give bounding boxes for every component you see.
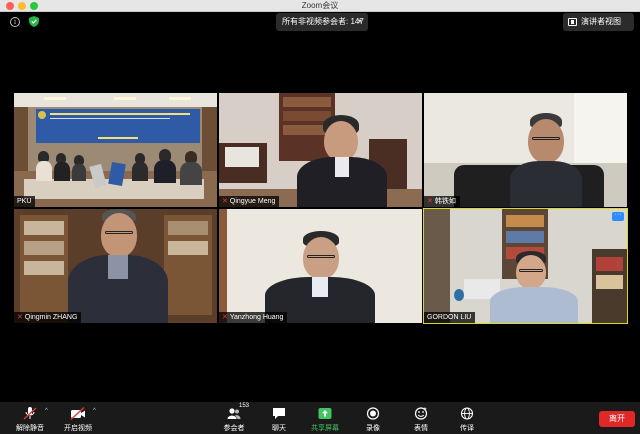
participant-name-tag: ✕ Qingyue Meng xyxy=(219,196,280,207)
participant-name: GORDON LIU xyxy=(427,314,472,321)
chat-label: 聊天 xyxy=(272,425,286,432)
participant-name: Yanzhong Huang xyxy=(229,314,284,321)
share-screen-button[interactable]: 共享屏幕 xyxy=(307,404,343,434)
video-tile-qingmin-zhang[interactable]: ✕ Qingmin ZHANG xyxy=(14,209,217,323)
participant-name-tag: GORDON LIU xyxy=(424,312,476,323)
chat-bubble-icon xyxy=(273,408,285,419)
window-title: Zoom会议 xyxy=(301,1,339,10)
reactions-label: 表情 xyxy=(414,425,428,432)
video-tile-han[interactable]: ✕ 韩铁如 xyxy=(424,93,627,207)
meeting-info-icon[interactable]: i xyxy=(10,17,20,27)
muted-mic-icon: ✕ xyxy=(222,198,228,205)
chat-button[interactable]: 聊天 xyxy=(264,404,294,434)
video-tile-qingyue-meng[interactable]: ✕ Qingyue Meng xyxy=(219,93,422,207)
tile-more-options-button[interactable]: ··· xyxy=(612,211,624,221)
microphone-muted-icon xyxy=(23,407,37,420)
interpretation-label: 传译 xyxy=(460,425,474,432)
record-label: 录像 xyxy=(366,425,380,432)
muted-mic-icon: ✕ xyxy=(427,198,433,205)
title-bar: Zoom会议 xyxy=(0,0,640,12)
participant-name: Qingyue Meng xyxy=(229,198,276,205)
interpretation-button[interactable]: 传译 xyxy=(452,404,482,434)
audio-options-chevron-icon[interactable]: ^ xyxy=(45,408,48,414)
participant-name-tag: ✕ Yanzhong Huang xyxy=(219,312,288,323)
chevron-down-icon: ▼ xyxy=(357,19,363,25)
video-tile-pku[interactable]: PKU xyxy=(14,93,217,207)
record-button[interactable]: 录像 xyxy=(358,404,388,434)
meeting-toolbar: 解除静音 ^ 开启视频 ^ 153 参会者 聊天 共享屏幕 录像 表情 传译 xyxy=(0,402,640,434)
reactions-button[interactable]: 表情 xyxy=(406,404,436,434)
speaker-view-button[interactable]: 演讲者视图 xyxy=(563,13,634,31)
video-tile-gordon-liu[interactable]: ··· GORDON LIU xyxy=(423,208,628,324)
non-video-participants-label: 所有非视频参会者: 147 xyxy=(282,17,364,26)
unmute-label: 解除静音 xyxy=(16,425,44,432)
leave-meeting-button[interactable]: 离开 xyxy=(599,411,635,427)
speaker-view-label: 演讲者视图 xyxy=(581,17,621,26)
record-icon xyxy=(366,407,380,420)
share-screen-icon xyxy=(318,408,332,419)
video-options-chevron-icon[interactable]: ^ xyxy=(93,408,96,414)
start-video-button[interactable]: 开启视频 xyxy=(58,404,98,434)
video-camera-off-icon xyxy=(70,407,85,420)
video-tile-yanzhong-huang[interactable]: ✕ Yanzhong Huang xyxy=(219,209,422,323)
participants-button[interactable]: 153 参会者 xyxy=(218,403,250,434)
participant-name: 韩铁如 xyxy=(434,198,456,205)
unmute-button[interactable]: 解除静音 xyxy=(10,404,50,434)
globe-icon xyxy=(460,407,474,420)
muted-mic-icon: ✕ xyxy=(222,314,228,321)
zoom-window: Zoom会议 i 所有非视频参会者: 147 ▼ 演讲者视图 PKU ✕ Qin… xyxy=(0,0,640,434)
participants-label: 参会者 xyxy=(223,425,245,432)
participant-name: PKU xyxy=(17,198,32,205)
encryption-shield-icon[interactable] xyxy=(29,16,39,27)
share-screen-label: 共享屏幕 xyxy=(311,425,339,432)
speaker-view-icon xyxy=(568,18,577,26)
participant-name-tag: ✕ Qingmin ZHANG xyxy=(14,312,82,323)
start-video-label: 开启视频 xyxy=(64,425,92,432)
participant-name: Qingmin ZHANG xyxy=(24,314,78,321)
participants-count-badge: 153 xyxy=(239,403,250,409)
smiley-face-icon xyxy=(414,407,428,420)
muted-mic-icon: ✕ xyxy=(17,314,23,321)
participant-name-tag: ✕ 韩铁如 xyxy=(424,196,460,207)
participant-name-tag: PKU xyxy=(14,196,36,207)
non-video-participants-dropdown[interactable]: 所有非视频参会者: 147 ▼ xyxy=(276,13,368,31)
